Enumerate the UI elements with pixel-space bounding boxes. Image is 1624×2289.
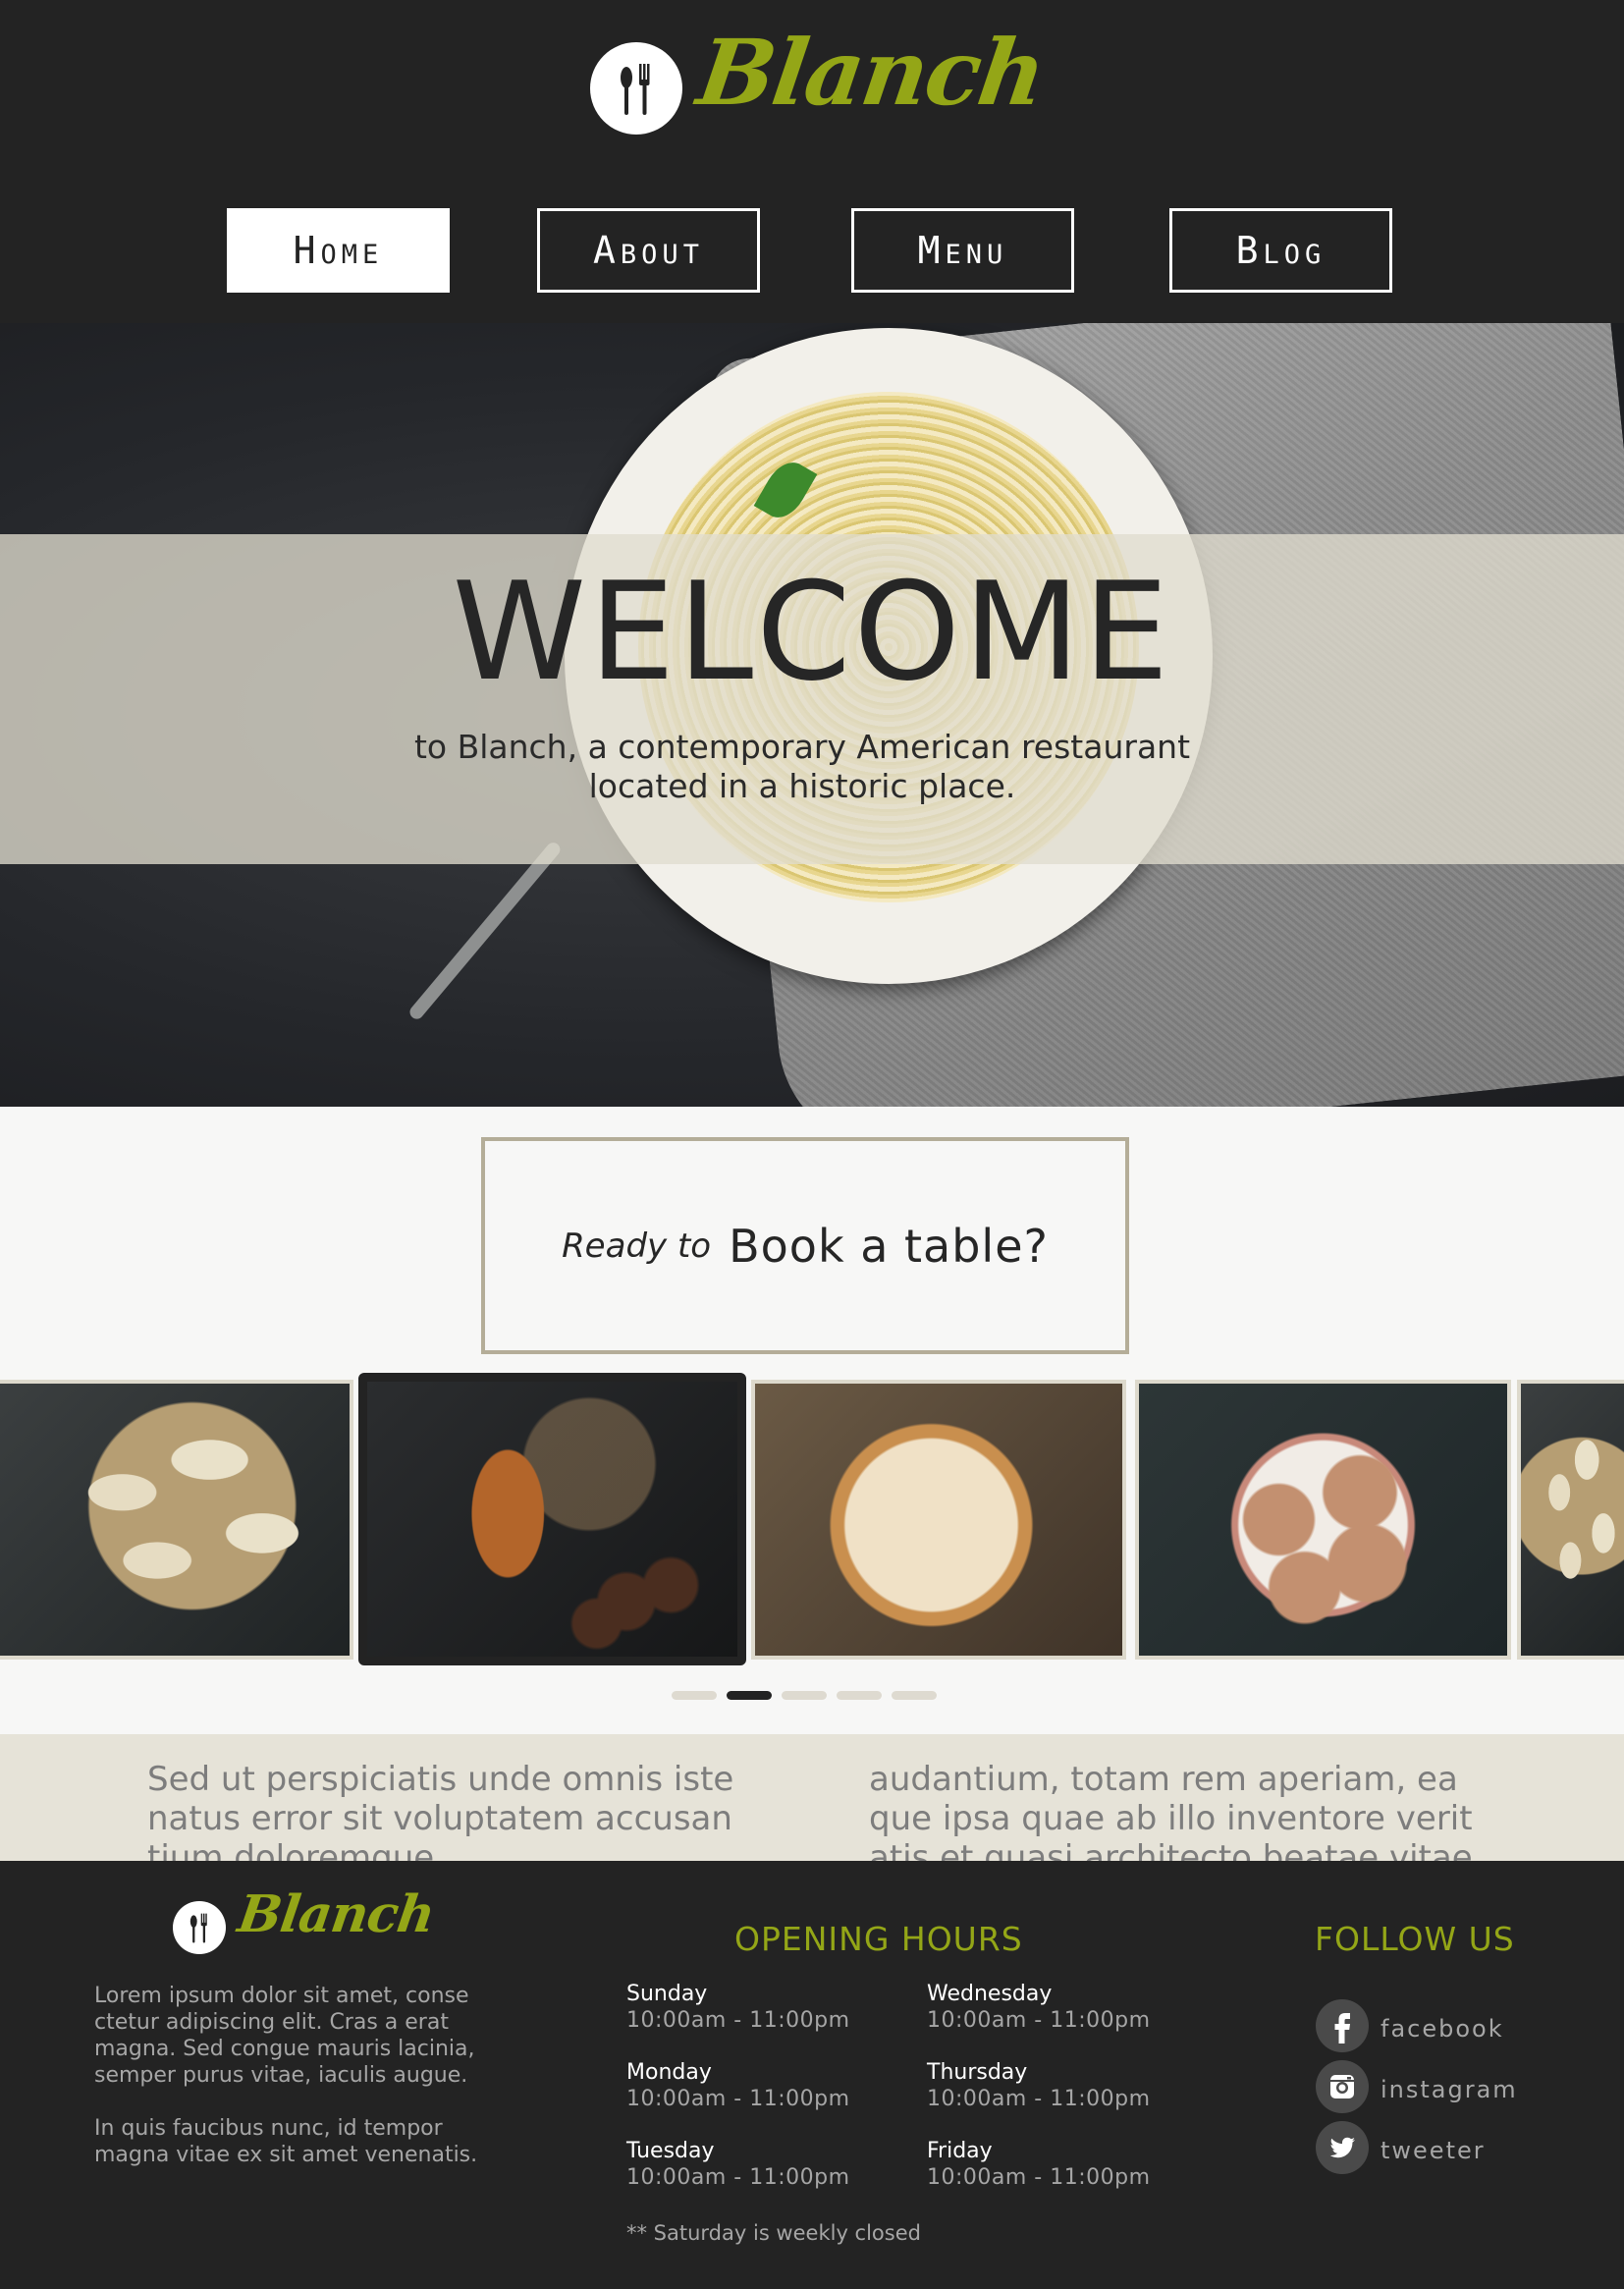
hours-tuesday: Tuesday 10:00am - 11:00pm — [626, 2138, 882, 2191]
dumplings-photo — [1521, 1384, 1624, 1656]
footer-brand-logo-text[interactable]: Blanch — [235, 1884, 438, 1944]
intro-text-section: Sed ut perspiciatis unde omnis iste natu… — [0, 1734, 1624, 1861]
welcome-subtitle: to Blanch, a contemporary American resta… — [413, 728, 1191, 805]
hours-monday: Monday 10:00am - 11:00pm — [626, 2059, 882, 2112]
brand-logo-text[interactable]: Blanch — [691, 20, 1050, 126]
intro-text-left: Sed ut perspiciatis unde omnis iste natu… — [147, 1760, 734, 1861]
instagram-label[interactable]: instagram — [1380, 2076, 1518, 2103]
book-table-button[interactable]: Ready to Book a table? — [481, 1137, 1129, 1354]
hours-day: Wednesday — [927, 1982, 1053, 2006]
opening-hours-heading: OPENING HOURS — [734, 1920, 1023, 1958]
hero-banner: WELCOME to Blanch, a contemporary Americ… — [0, 323, 1624, 1107]
twitter-icon[interactable] — [1316, 2121, 1369, 2174]
book-cta-text: Book a table? — [729, 1219, 1049, 1273]
hours-thursday: Thursday 10:00am - 11:00pm — [927, 2059, 1182, 2112]
hours-time: 10:00am - 11:00pm — [927, 2165, 1151, 2190]
intro-text-right: audantium, totam rem aperiam, ea que ips… — [869, 1760, 1473, 1861]
hours-time: 10:00am - 11:00pm — [626, 2008, 850, 2033]
carousel-dot-1[interactable] — [672, 1691, 717, 1700]
instagram-icon[interactable] — [1316, 2060, 1369, 2113]
dumplings-photo — [0, 1384, 350, 1656]
carousel-slide-cookies[interactable] — [1135, 1380, 1511, 1660]
facebook-icon[interactable] — [1316, 1999, 1369, 2052]
follow-us-heading: FOLLOW US — [1315, 1920, 1515, 1958]
hours-time: 10:00am - 11:00pm — [626, 2087, 850, 2111]
cookies-photo — [1139, 1384, 1507, 1656]
social-link-twitter[interactable]: tweeter — [1316, 2121, 1486, 2174]
carousel-dot-5[interactable] — [892, 1691, 937, 1700]
carousel-slide-croissant-active[interactable] — [358, 1373, 746, 1665]
footer-about-paragraph-2: In quis faucibus nunc, id tempor magna v… — [94, 2116, 478, 2167]
hours-day: Tuesday — [626, 2139, 715, 2163]
social-link-facebook[interactable]: facebook — [1316, 1999, 1504, 2052]
site-header: Blanch Home About Menu Blog — [0, 0, 1624, 323]
croissant-photo — [367, 1382, 737, 1657]
saturday-closed-note: ** Saturday is weekly closed — [626, 2221, 921, 2245]
carousel-dot-3[interactable] — [782, 1691, 827, 1700]
carousel-slide-dumplings[interactable] — [0, 1380, 353, 1660]
footer-about-text: Lorem ipsum dolor sit amet, conse ctetur… — [94, 1983, 516, 2195]
book-lead-text: Ready to — [562, 1226, 712, 1266]
hours-friday: Friday 10:00am - 11:00pm — [927, 2138, 1182, 2191]
footer-about-paragraph-1: Lorem ipsum dolor sit amet, conse ctetur… — [94, 1984, 475, 2088]
fork-spoon-logo-icon[interactable] — [590, 42, 682, 135]
carousel-slide-pie[interactable] — [751, 1380, 1126, 1660]
nav-about-button[interactable]: About — [537, 208, 760, 293]
hours-day: Thursday — [927, 2060, 1028, 2085]
hours-time: 10:00am - 11:00pm — [626, 2165, 850, 2190]
nav-home-button[interactable]: Home — [227, 208, 450, 293]
hours-time: 10:00am - 11:00pm — [927, 2008, 1151, 2033]
hours-sunday: Sunday 10:00am - 11:00pm — [626, 1981, 882, 2034]
hours-day: Sunday — [626, 1982, 708, 2006]
footer-fork-spoon-logo-icon[interactable] — [173, 1901, 226, 1954]
hours-wednesday: Wednesday 10:00am - 11:00pm — [927, 1981, 1182, 2034]
hours-time: 10:00am - 11:00pm — [927, 2087, 1151, 2111]
carousel-dot-4[interactable] — [837, 1691, 882, 1700]
site-footer: Blanch Lorem ipsum dolor sit amet, conse… — [0, 1861, 1624, 2289]
fork-image — [406, 840, 564, 1022]
social-link-instagram[interactable]: instagram — [1316, 2060, 1518, 2113]
nav-menu-button[interactable]: Menu — [851, 208, 1074, 293]
carousel-dot-2-active[interactable] — [727, 1691, 772, 1700]
nav-blog-button[interactable]: Blog — [1169, 208, 1392, 293]
hours-day: Friday — [927, 2139, 993, 2163]
hours-day: Monday — [626, 2060, 712, 2085]
facebook-label[interactable]: facebook — [1380, 2015, 1504, 2043]
berry-pie-photo — [755, 1384, 1122, 1656]
welcome-title: WELCOME — [452, 553, 1172, 711]
twitter-label[interactable]: tweeter — [1380, 2137, 1486, 2164]
carousel-dots — [672, 1691, 937, 1700]
carousel-slide-dumplings-next[interactable] — [1517, 1380, 1624, 1660]
